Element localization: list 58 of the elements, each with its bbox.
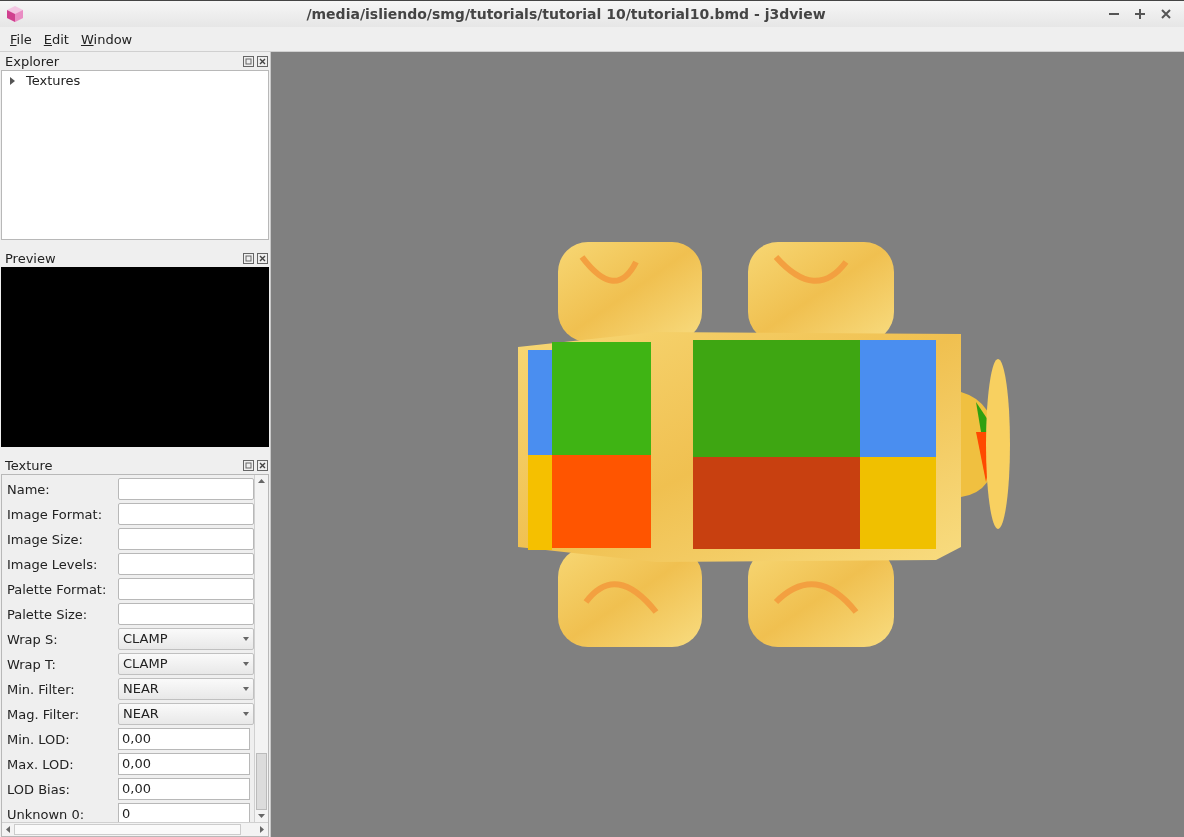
field-label: Image Format:: [7, 506, 104, 522]
caret-icon: [243, 687, 249, 691]
window-title: /media/isliendo/smg/tutorials/tutorial 10/tutorial10.bmd - j3dview: [305, 6, 827, 22]
field-label: Image Levels:: [7, 556, 99, 572]
scrollbar-thumb[interactable]: [256, 753, 267, 810]
field-label: Max. LOD:: [7, 756, 75, 772]
maximize-icon[interactable]: [1134, 8, 1146, 20]
scroll-right-arrow-icon[interactable]: [259, 825, 265, 834]
field-label: Image Size:: [7, 531, 84, 547]
menu-item[interactable]: Edit: [43, 31, 69, 47]
text-field[interactable]: [118, 553, 254, 575]
float-icon[interactable]: [243, 55, 254, 67]
caret-icon: [243, 637, 249, 641]
field-label: Name:: [7, 481, 51, 497]
caret-icon: [243, 712, 249, 716]
cube-app-icon: [6, 5, 24, 23]
number-field[interactable]: 0,00: [118, 753, 250, 775]
field-label: Palette Size:: [7, 606, 89, 622]
panel-title: Texture: [5, 457, 53, 473]
text-field[interactable]: [118, 603, 254, 625]
field-label: Mag. Filter:: [7, 706, 81, 722]
number-field[interactable]: 0,00: [118, 778, 250, 800]
scrollbar-thumb[interactable]: [14, 824, 241, 835]
dropdown[interactable]: CLAMP: [118, 628, 254, 650]
expand-arrow-icon[interactable]: [10, 76, 16, 85]
dropdown[interactable]: CLAMP: [118, 653, 254, 675]
horizontal-scrollbar[interactable]: [2, 822, 268, 836]
caret-icon: [243, 662, 249, 666]
number-field[interactable]: 0: [118, 803, 250, 822]
scroll-down-arrow-icon[interactable]: [257, 813, 266, 819]
dropdown[interactable]: NEAR: [118, 703, 254, 725]
tree-item[interactable]: Textures: [2, 71, 89, 90]
close-icon[interactable]: [257, 55, 268, 67]
vertical-scrollbar[interactable]: [254, 475, 268, 822]
text-field[interactable]: [118, 503, 254, 525]
field-label: Min. Filter:: [7, 681, 76, 697]
float-icon[interactable]: [243, 252, 254, 264]
field-label: Unknown 0:: [7, 806, 86, 822]
number-field[interactable]: 0,00: [118, 728, 250, 750]
float-icon[interactable]: [243, 459, 254, 471]
scroll-up-arrow-icon[interactable]: [257, 478, 266, 484]
panel-title: Explorer: [5, 53, 60, 69]
field-label: Wrap S:: [7, 631, 59, 647]
text-field[interactable]: [118, 478, 254, 500]
panel-title: Preview: [5, 250, 56, 266]
field-label: Palette Format:: [7, 581, 108, 597]
menu-item[interactable]: File: [10, 31, 32, 47]
field-label: Min. LOD:: [7, 731, 71, 747]
field-label: Wrap T:: [7, 656, 57, 672]
text-field[interactable]: [118, 528, 254, 550]
text-field[interactable]: [118, 578, 254, 600]
close-icon[interactable]: [257, 459, 268, 471]
menu-item[interactable]: Window: [80, 31, 133, 47]
dropdown[interactable]: NEAR: [118, 678, 254, 700]
scroll-left-arrow-icon[interactable]: [5, 825, 11, 834]
close-icon[interactable]: [1160, 8, 1172, 20]
close-icon[interactable]: [257, 252, 268, 264]
field-label: LOD Bias:: [7, 781, 71, 797]
